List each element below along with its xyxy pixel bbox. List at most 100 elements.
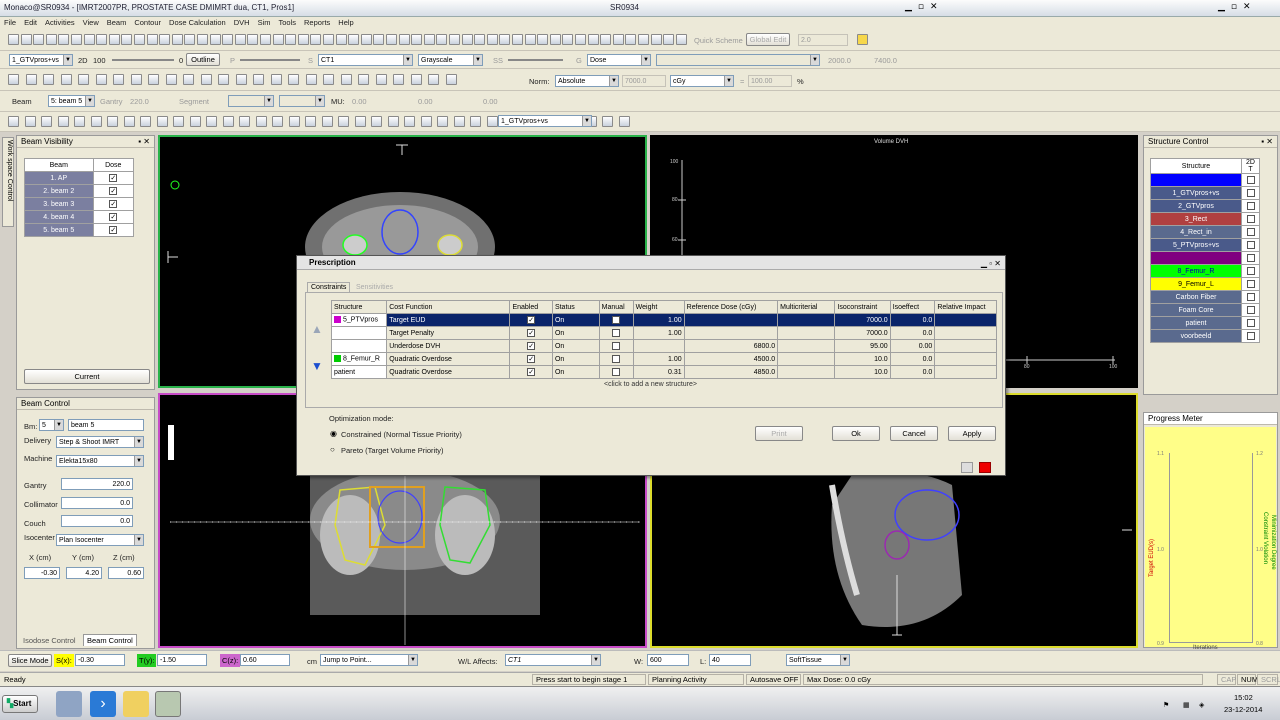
toolbar-tool-icon[interactable] [512, 34, 523, 45]
structure-row[interactable]: patient [1150, 316, 1260, 330]
toolbar-tool-icon[interactable] [387, 116, 399, 127]
toolbar-tool-icon[interactable] [587, 34, 599, 45]
beam-name-field[interactable]: beam 5 [68, 419, 144, 431]
machine-select[interactable]: Elekta15x80 ▼ [56, 455, 144, 467]
rx-weight[interactable] [632, 339, 685, 353]
close-icon[interactable]: ▪ ✕ [138, 136, 150, 148]
toolbar-tool-icon[interactable] [20, 34, 32, 45]
rx-weight[interactable]: 1.00 [632, 326, 685, 340]
monaco-app-icon[interactable] [155, 691, 181, 717]
toolbar-tool-icon[interactable] [675, 34, 687, 45]
toolbar-tool-icon[interactable] [239, 116, 250, 127]
toolbar-tool-icon[interactable] [272, 116, 283, 127]
toolbar-tool-icon[interactable] [305, 74, 317, 85]
ss-slider[interactable] [508, 59, 563, 61]
toolbar-tool-icon[interactable] [247, 34, 259, 45]
tab-sensitivities[interactable]: Sensitivities [353, 283, 396, 292]
structure-row[interactable]: voorbeeld [1150, 329, 1260, 343]
tab-beam-control[interactable]: Beam Control [83, 634, 137, 646]
toolbar-tool-icon[interactable] [24, 116, 36, 127]
move-down-icon[interactable]: ▼ [311, 359, 323, 373]
rx-cost-function[interactable]: Underdose DVH [386, 339, 511, 353]
rx-reference-dose[interactable] [683, 313, 779, 327]
toolbar-tool-icon[interactable] [360, 34, 372, 45]
tray-volume-icon[interactable]: ◈ [1199, 701, 1204, 709]
toolbar-tool-icon[interactable] [96, 34, 108, 45]
rx-reference-dose[interactable] [683, 326, 779, 340]
rx-manual-checkbox[interactable] [612, 342, 621, 350]
rx-multicriterial[interactable] [777, 352, 836, 366]
toolbar-tool-icon[interactable] [618, 116, 630, 127]
toolbar-tool-icon[interactable] [499, 34, 511, 45]
rx-row[interactable]: Underdose DVH ✓ On 6800.0 95.00 0.00 [330, 339, 997, 353]
toolbar-tool-icon[interactable] [171, 34, 183, 45]
rx-multicriterial[interactable] [777, 313, 836, 327]
structure-2d-checkbox[interactable] [1246, 241, 1255, 249]
toolbar-tool-icon[interactable] [183, 74, 194, 85]
menu-sim[interactable]: Sim [254, 17, 275, 27]
toolbar-tool-icon[interactable] [272, 34, 284, 45]
rx-structure[interactable] [330, 339, 388, 353]
toolbar-tool-icon[interactable] [410, 74, 422, 85]
p-slider[interactable] [240, 59, 300, 61]
rx-enabled-checkbox[interactable]: ✓ [527, 316, 536, 324]
norm-select[interactable]: Absolute ▼ [555, 75, 619, 87]
toolbar-tool-icon[interactable] [411, 34, 423, 45]
lock-icon[interactable] [857, 34, 868, 45]
toolbar-tool-icon[interactable] [612, 34, 624, 45]
toolbar-tool-icon[interactable] [285, 34, 297, 45]
toolbar-tool-icon[interactable] [148, 74, 159, 85]
minimize-icon[interactable]: ▁ [905, 2, 912, 12]
toolbar-tool-icon[interactable] [600, 34, 612, 45]
beam-row[interactable]: 5. beam 5 ✓ [24, 223, 135, 237]
toolbar-tool-icon[interactable] [445, 74, 457, 85]
toolbar-tool-icon[interactable] [206, 116, 217, 127]
menu-dose-calculation[interactable]: Dose Calculation [165, 17, 230, 27]
toolbar-tool-icon[interactable] [255, 116, 267, 127]
menu-view[interactable]: View [79, 17, 103, 27]
rx-isoconstraint[interactable]: 7000.0 [834, 313, 891, 327]
toolbar-tool-icon[interactable] [57, 116, 69, 127]
toolbar-tool-icon[interactable] [420, 116, 432, 127]
rx-manual-checkbox[interactable] [612, 368, 621, 376]
percent-value[interactable]: 100.00 [748, 75, 792, 87]
toolbar-tool-icon[interactable] [253, 74, 264, 85]
rx-multicriterial[interactable] [777, 365, 836, 379]
y-field[interactable]: 4.20 [66, 567, 102, 579]
toolbar-tool-icon[interactable] [90, 116, 102, 127]
menu-help[interactable]: Help [334, 17, 357, 27]
menu-edit[interactable]: Edit [20, 17, 41, 27]
rx-weight[interactable]: 1.00 [632, 352, 685, 366]
rx-enabled-checkbox[interactable]: ✓ [527, 342, 536, 350]
menu-reports[interactable]: Reports [300, 17, 334, 27]
rx-cost-function[interactable]: Target Penalty [386, 326, 511, 340]
dose-checkbox[interactable]: ✓ [109, 174, 118, 182]
toolbar-tool-icon[interactable] [43, 74, 54, 85]
toolbar-tool-icon[interactable] [83, 34, 95, 45]
toolbar-tool-icon[interactable] [486, 34, 498, 45]
folder-icon[interactable] [123, 691, 149, 717]
structure-2d-checkbox[interactable] [1246, 215, 1255, 223]
rx-manual-checkbox[interactable] [612, 316, 621, 324]
powershell-icon[interactable]: › [90, 691, 116, 717]
toolbar-tool-icon[interactable] [323, 34, 334, 45]
toolbar-tool-icon[interactable] [159, 34, 171, 45]
rx-enabled-checkbox[interactable]: ✓ [527, 355, 536, 363]
toolbar-tool-icon[interactable] [340, 74, 352, 85]
toolbar-tool-icon[interactable] [234, 34, 246, 45]
segment-select[interactable]: ▼ [228, 95, 274, 107]
rx-manual-checkbox[interactable] [612, 355, 621, 363]
wl-affects-select[interactable]: CT1 ▼ [505, 654, 601, 666]
toolbar-tool-icon[interactable] [25, 74, 37, 85]
structure-2d-checkbox[interactable] [1246, 306, 1255, 314]
toolbar-tool-icon[interactable] [184, 34, 196, 45]
structure-2d-checkbox[interactable] [1246, 189, 1255, 197]
toolbar-tool-icon[interactable] [524, 34, 536, 45]
structure-2d-checkbox[interactable] [1246, 293, 1255, 301]
rx-isoconstraint[interactable]: 10.0 [834, 352, 891, 366]
apply-button[interactable]: Apply [948, 426, 996, 441]
structure-row[interactable]: 0_PTVpros [1150, 173, 1260, 187]
rx-structure[interactable] [330, 326, 388, 340]
maximize-icon[interactable]: ▫ [1231, 2, 1237, 12]
structure-select[interactable]: 1_GTVpros+vs ▼ [9, 54, 73, 66]
